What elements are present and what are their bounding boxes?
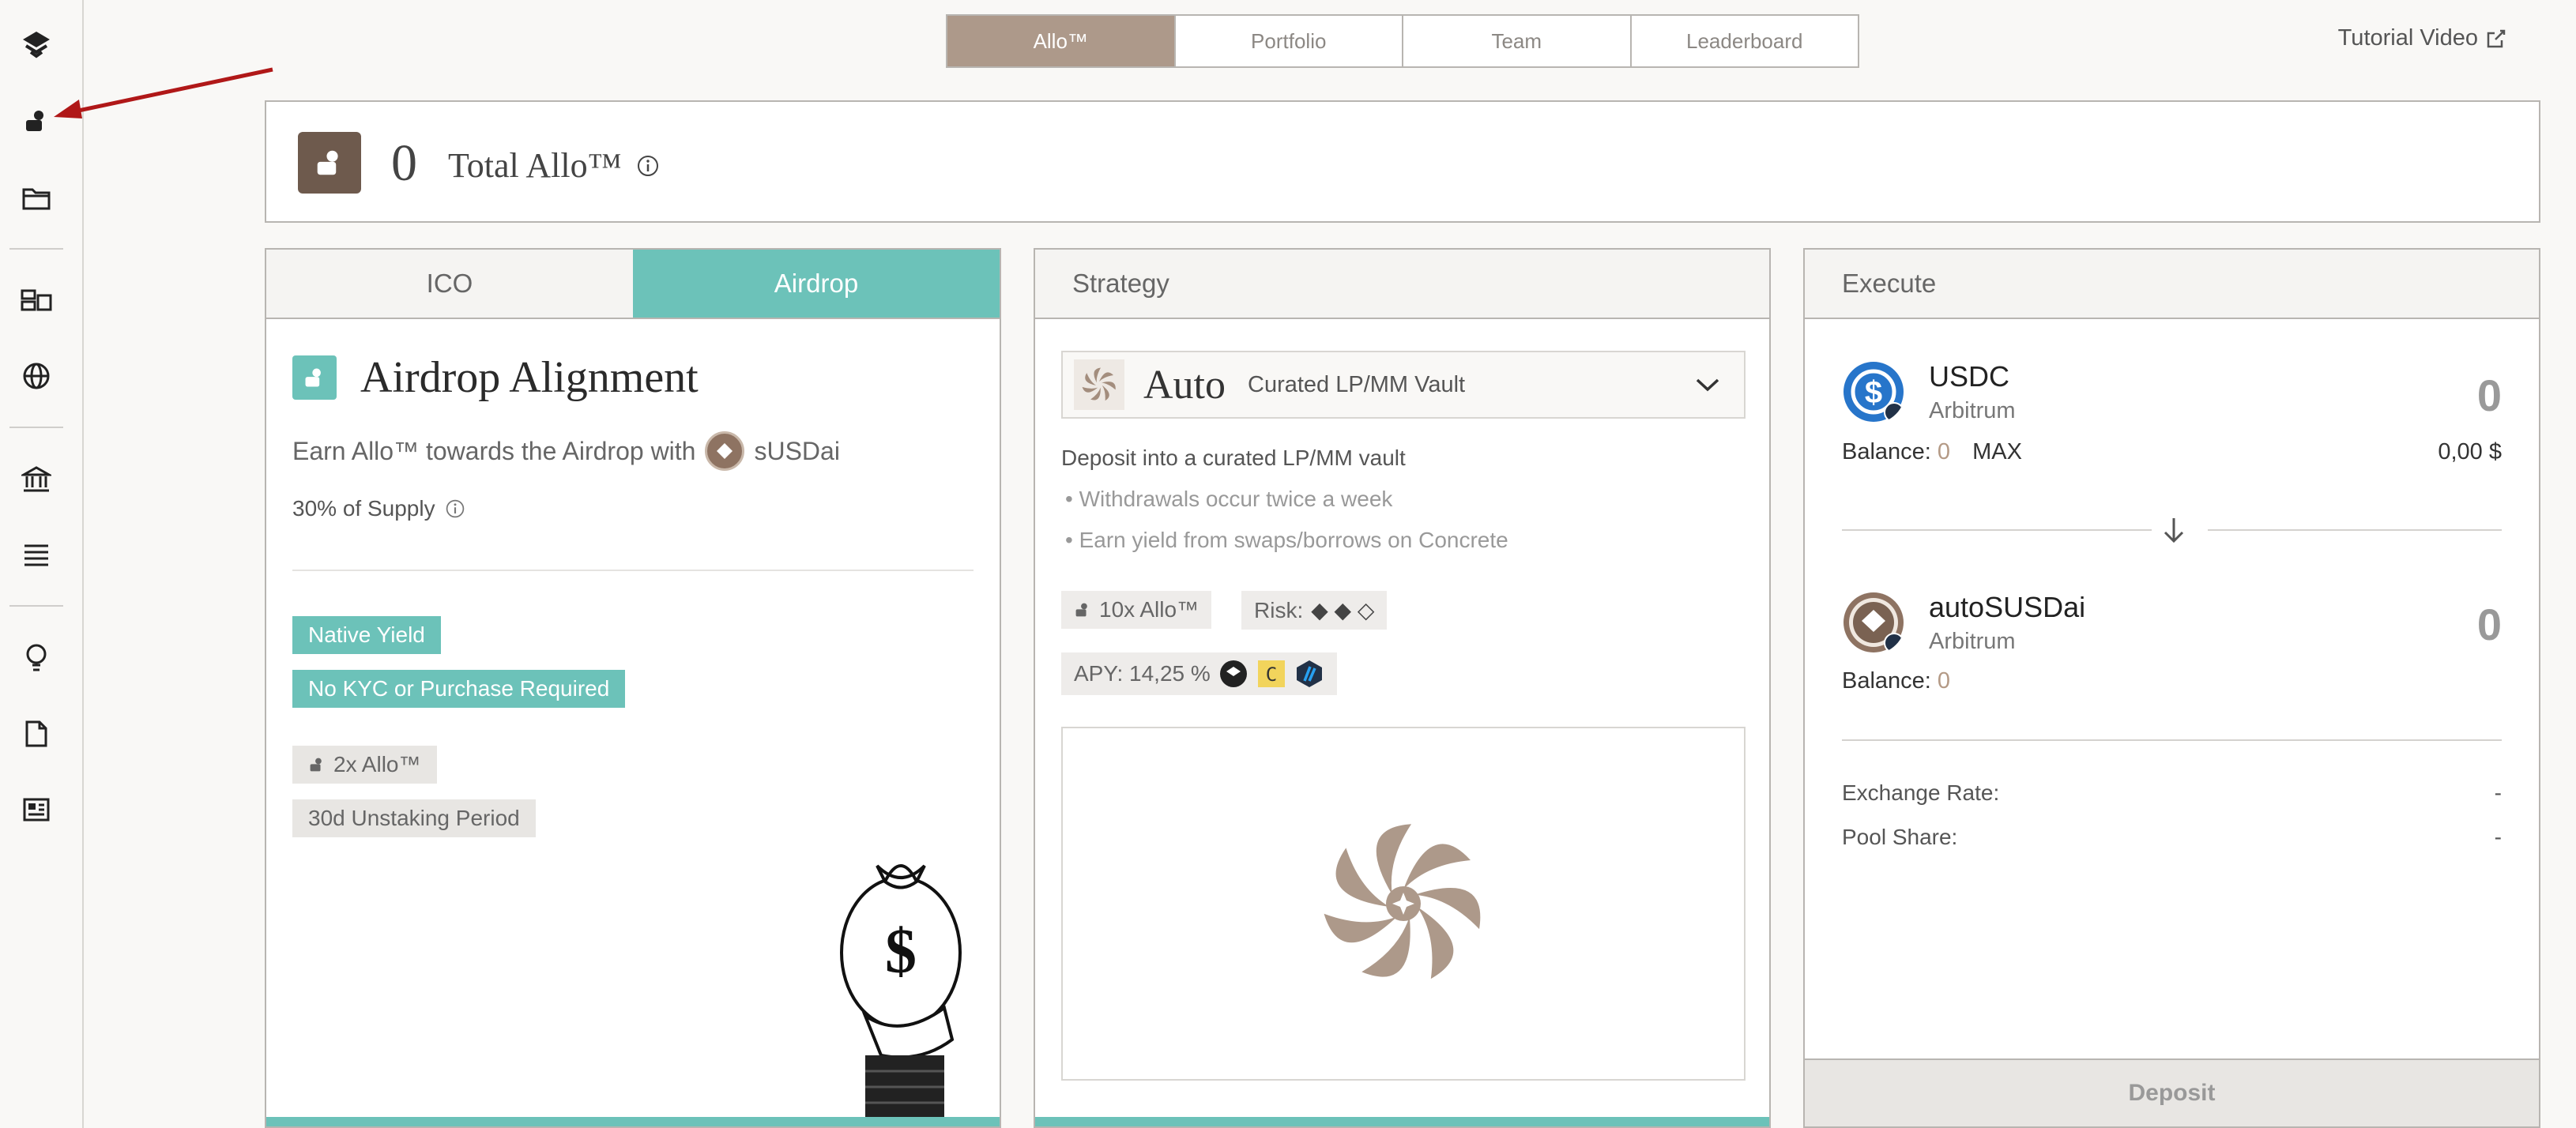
apy-pill: APY: 14,25 % C	[1061, 652, 1337, 695]
risk-label: Risk:	[1254, 597, 1304, 622]
apy-text: APY: 14,25 %	[1074, 661, 1211, 686]
from-amount-input[interactable]: 0	[2477, 370, 2502, 421]
strategy-bullet: • Earn yield from swaps/borrows on Concr…	[1065, 528, 1508, 552]
arrow-down-icon[interactable]	[2160, 515, 2187, 545]
bank-icon[interactable]	[17, 460, 56, 499]
multiplier-text: 2x Allo™	[333, 752, 421, 776]
tab-ico[interactable]: ICO	[266, 250, 633, 318]
to-token-chain: Arbitrum	[1929, 629, 2016, 654]
svg-text:C: C	[1266, 664, 1277, 686]
lightbulb-icon[interactable]	[17, 638, 56, 678]
usdc-icon: $	[1843, 362, 1904, 423]
autosusdai-icon	[1843, 592, 1904, 653]
tab-team[interactable]: Team	[1403, 16, 1632, 66]
strategy-bullet: • Withdrawals occur twice a week	[1065, 487, 1393, 511]
globe-icon[interactable]	[17, 356, 56, 396]
folder-icon[interactable]	[17, 179, 56, 218]
tab-leaderboard[interactable]: Leaderboard	[1631, 16, 1858, 66]
arbitrum-logo-icon	[1296, 660, 1322, 687]
allo-icon	[310, 758, 322, 772]
risk-pill: Risk: ◆ ◆ ◇	[1241, 591, 1388, 630]
airdrop-card: ICO Airdrop Airdrop Alignment Earn Allo™…	[265, 248, 1001, 1128]
tutorial-video-link[interactable]: Tutorial Video	[2338, 25, 2506, 51]
max-button[interactable]: MAX	[1972, 439, 2022, 464]
concrete-logo-icon: C	[1257, 660, 1285, 687]
token-name: sUSDai	[754, 436, 840, 465]
card-title: Airdrop Alignment	[360, 353, 699, 402]
from-balance: Balance: 0 MAX	[1842, 439, 2022, 464]
tag-no-kyc: No KYC or Purchase Required	[292, 670, 626, 708]
tab-airdrop[interactable]: Airdrop	[633, 250, 1000, 318]
supply-text: 30% of Supply	[292, 496, 435, 521]
exchange-rate-value: -	[2494, 780, 2502, 805]
list-icon[interactable]	[17, 536, 56, 575]
to-balance: Balance: 0	[1842, 668, 1951, 694]
dashboard-icon[interactable]	[17, 280, 56, 320]
pool-share-label: Pool Share:	[1842, 825, 1958, 849]
info-icon[interactable]	[445, 498, 465, 519]
tutorial-label: Tutorial Video	[2337, 25, 2478, 51]
to-amount: 0	[2476, 600, 2502, 649]
to-token-name: autoSUSDai	[1929, 591, 2086, 623]
info-icon[interactable]	[636, 154, 660, 178]
news-icon[interactable]	[17, 790, 56, 829]
allo-icon	[1075, 603, 1087, 617]
annotation-arrow-icon	[54, 67, 273, 118]
execute-header: Execute	[1805, 250, 2539, 319]
allo-badge-icon	[298, 132, 361, 194]
tag-unstaking: 30d Unstaking Period	[292, 799, 536, 837]
total-allo-label: Total Allo™	[448, 146, 622, 185]
from-usd-value: 0,00 $	[2438, 439, 2502, 464]
risk-marks: ◆ ◆ ◇	[1311, 598, 1375, 622]
strategy-image	[1061, 727, 1746, 1081]
pinwheel-icon	[1074, 359, 1124, 410]
logo-icon[interactable]	[17, 24, 56, 63]
chevron-down-icon	[1696, 378, 1719, 392]
exchange-rate-row: Exchange Rate: -	[1842, 780, 2502, 806]
sidebar	[0, 0, 84, 1128]
protocol-logo-icon	[1219, 660, 1247, 687]
strategy-name: Auto	[1143, 362, 1226, 408]
multiplier-text: 10x Allo™	[1099, 597, 1199, 622]
deposit-button[interactable]: Deposit	[1805, 1058, 2539, 1126]
pool-share-row: Pool Share: -	[1842, 825, 2502, 850]
allo-badge-icon	[292, 355, 337, 400]
strategy-sub: Curated LP/MM Vault	[1248, 371, 1466, 397]
money-bag-icon: $	[840, 864, 962, 1119]
multiplier-pill: 10x Allo™	[1061, 591, 1212, 629]
susdai-coin-icon	[705, 431, 745, 471]
top-tabs: Allo™ Portfolio Team Leaderboard	[946, 14, 1859, 68]
tag-multiplier: 2x Allo™	[292, 746, 437, 784]
strategy-dropdown[interactable]: Auto Curated LP/MM Vault	[1061, 351, 1746, 419]
strategy-card: Strategy Auto Curated LP/MM Vault Deposi…	[1034, 248, 1771, 1128]
exchange-rate-label: Exchange Rate:	[1842, 780, 2000, 805]
document-icon[interactable]	[17, 714, 56, 754]
from-token-chain: Arbitrum	[1929, 398, 2016, 423]
from-token-name: USDC	[1929, 360, 2010, 393]
strategy-header: Strategy	[1035, 250, 1769, 319]
execute-card: Execute $ USDC Arbitrum 0 Balance: 0 MAX…	[1803, 248, 2540, 1128]
total-allo-panel: 0 Total Allo™	[265, 100, 2540, 223]
external-link-icon	[2487, 29, 2506, 47]
total-allo-value: 0	[391, 134, 417, 192]
tab-allo[interactable]: Allo™	[947, 16, 1176, 66]
strategy-desc: Deposit into a curated LP/MM vault	[1061, 446, 1406, 470]
svg-text:$: $	[885, 917, 917, 987]
tab-portfolio[interactable]: Portfolio	[1175, 16, 1403, 66]
pinwheel-icon	[1324, 824, 1481, 979]
earn-text: Earn Allo™ towards the Airdrop with	[292, 436, 696, 465]
svg-text:$: $	[1865, 375, 1882, 410]
tag-native-yield: Native Yield	[292, 616, 441, 654]
pool-share-value: -	[2494, 825, 2502, 849]
